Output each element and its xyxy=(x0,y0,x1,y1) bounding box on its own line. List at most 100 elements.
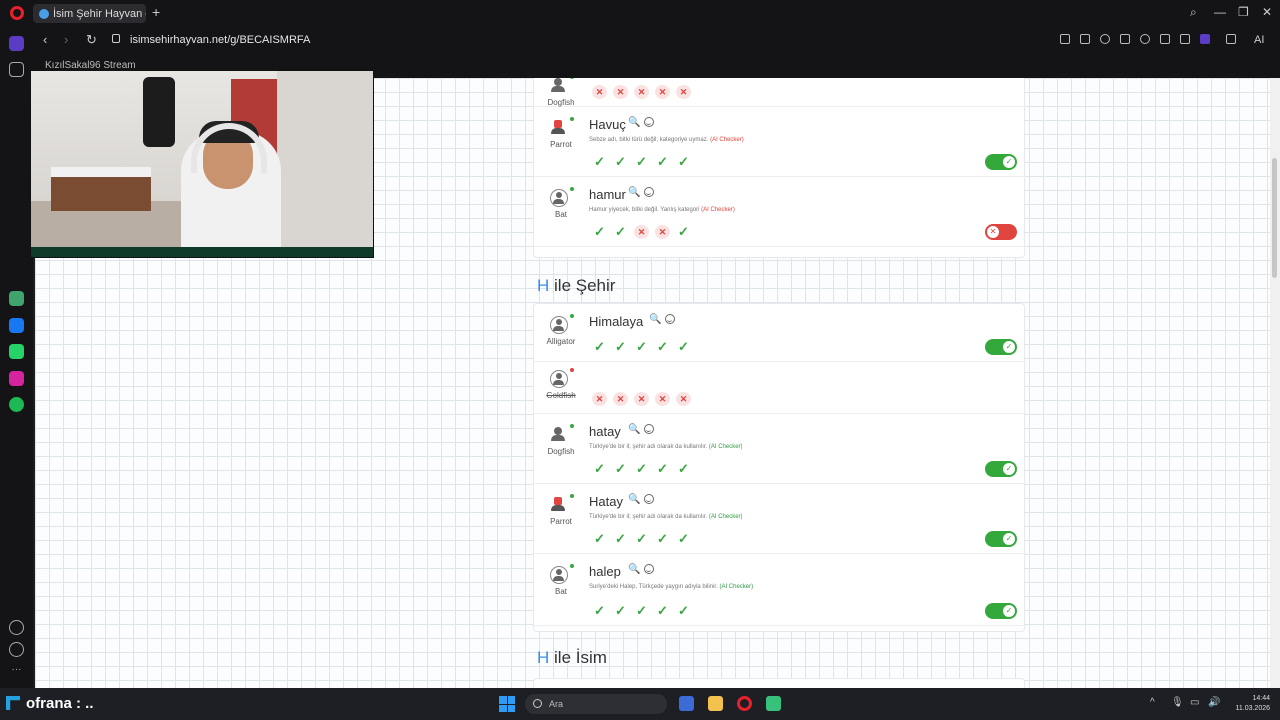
validity-toggle[interactable]: ✓ xyxy=(985,461,1017,477)
instagram-icon[interactable] xyxy=(9,371,24,386)
reaction-icon[interactable] xyxy=(644,494,654,504)
shield-icon[interactable] xyxy=(1100,34,1110,44)
reaction-icon[interactable] xyxy=(644,117,654,127)
vote-reject-icon[interactable]: ✕ xyxy=(592,85,607,99)
task-view-icon[interactable] xyxy=(679,696,694,711)
profile-icon[interactable] xyxy=(1200,34,1210,44)
vote-reject-icon[interactable]: ✕ xyxy=(634,85,649,99)
spotify-icon[interactable] xyxy=(9,397,24,412)
validity-toggle[interactable]: ✓ xyxy=(985,154,1017,170)
vote-accept-icon[interactable]: ✓ xyxy=(592,340,607,354)
new-tab-icon[interactable]: + xyxy=(152,5,160,19)
vote-accept-icon[interactable]: ✓ xyxy=(634,532,649,546)
opera-taskbar-icon[interactable] xyxy=(737,696,752,711)
whatsapp-icon[interactable] xyxy=(9,344,24,359)
vote-reject-icon[interactable]: ✕ xyxy=(613,392,628,406)
reaction-icon[interactable] xyxy=(665,314,675,324)
history-icon[interactable] xyxy=(9,642,24,657)
vote-accept-icon[interactable]: ✓ xyxy=(655,462,670,476)
vote-accept-icon[interactable]: ✓ xyxy=(655,340,670,354)
search-icon[interactable]: 🔍 xyxy=(628,117,640,128)
validity-toggle[interactable]: ✓ xyxy=(985,339,1017,355)
extensions-icon[interactable] xyxy=(1226,34,1236,44)
heart-icon[interactable] xyxy=(1140,34,1150,44)
menu-icon[interactable] xyxy=(1180,34,1190,44)
windows-start-icon[interactable] xyxy=(499,696,515,712)
vote-accept-icon[interactable]: ✓ xyxy=(676,340,691,354)
play-icon[interactable] xyxy=(1120,34,1130,44)
minimize-icon[interactable]: — xyxy=(1214,5,1226,19)
url-field[interactable]: isimsehirhayvan.net/g/BECAISMRFA xyxy=(130,34,310,46)
microphone-icon[interactable]: 🎙 xyxy=(1171,697,1184,708)
vote-accept-icon[interactable]: ✓ xyxy=(592,604,607,618)
vote-reject-icon[interactable]: ✕ xyxy=(655,225,670,239)
vote-reject-icon[interactable]: ✕ xyxy=(655,392,670,406)
app-icon[interactable] xyxy=(766,696,781,711)
opera-logo-icon[interactable] xyxy=(10,6,24,20)
close-icon[interactable]: ✕ xyxy=(1262,5,1272,19)
vote-accept-icon[interactable]: ✓ xyxy=(592,462,607,476)
vote-accept-icon[interactable]: ✓ xyxy=(613,340,628,354)
home-icon[interactable] xyxy=(9,36,24,51)
validity-toggle[interactable]: ✕ xyxy=(985,224,1017,240)
vote-accept-icon[interactable]: ✓ xyxy=(613,155,628,169)
messenger-icon[interactable] xyxy=(9,318,24,333)
vote-accept-icon[interactable]: ✓ xyxy=(655,604,670,618)
search-icon[interactable]: 🔍 xyxy=(628,424,640,435)
validity-toggle[interactable]: ✓ xyxy=(985,531,1017,547)
vote-reject-icon[interactable]: ✕ xyxy=(613,85,628,99)
vote-accept-icon[interactable]: ✓ xyxy=(655,155,670,169)
download-icon[interactable] xyxy=(1160,34,1170,44)
back-icon[interactable]: ‹ xyxy=(43,32,47,47)
tab-active[interactable]: İsim Şehir Hayvan oyunu xyxy=(33,4,146,23)
vote-reject-icon[interactable]: ✕ xyxy=(676,392,691,406)
reaction-icon[interactable] xyxy=(644,187,654,197)
vote-accept-icon[interactable]: ✓ xyxy=(613,532,628,546)
vote-accept-icon[interactable]: ✓ xyxy=(655,532,670,546)
reload-icon[interactable]: ↻ xyxy=(86,32,97,48)
vote-accept-icon[interactable]: ✓ xyxy=(634,155,649,169)
camera-icon[interactable] xyxy=(1080,34,1090,44)
chatgpt-icon[interactable] xyxy=(9,291,24,306)
search-icon[interactable]: 🔍 xyxy=(628,564,640,575)
vote-accept-icon[interactable]: ✓ xyxy=(592,155,607,169)
vote-accept-icon[interactable]: ✓ xyxy=(592,225,607,239)
tray-chevron-icon[interactable]: ^ xyxy=(1150,697,1155,708)
display-icon[interactable]: ▭ xyxy=(1190,697,1199,708)
vote-reject-icon[interactable]: ✕ xyxy=(676,85,691,99)
search-icon[interactable]: 🔍 xyxy=(649,314,661,325)
heart-icon[interactable] xyxy=(9,620,24,635)
vote-accept-icon[interactable]: ✓ xyxy=(676,155,691,169)
reaction-icon[interactable] xyxy=(644,424,654,434)
more-icon[interactable]: ··· xyxy=(9,664,24,679)
reaction-icon[interactable] xyxy=(644,564,654,574)
maximize-icon[interactable]: ❐ xyxy=(1238,5,1249,19)
scrollbar-thumb[interactable] xyxy=(1272,158,1277,278)
vote-accept-icon[interactable]: ✓ xyxy=(676,462,691,476)
taskbar-search[interactable]: Ara xyxy=(525,694,667,714)
vote-reject-icon[interactable]: ✕ xyxy=(592,392,607,406)
vote-reject-icon[interactable]: ✕ xyxy=(634,392,649,406)
ai-button[interactable]: AI xyxy=(1254,34,1264,46)
vote-reject-icon[interactable]: ✕ xyxy=(655,85,670,99)
clock[interactable]: 14:44 11.03.2026 xyxy=(1228,694,1270,714)
scrollbar[interactable] xyxy=(1270,78,1280,688)
vote-accept-icon[interactable]: ✓ xyxy=(676,225,691,239)
search-icon[interactable]: 🔍 xyxy=(628,494,640,505)
vote-accept-icon[interactable]: ✓ xyxy=(634,340,649,354)
forward-icon[interactable]: › xyxy=(64,32,68,47)
star-icon[interactable] xyxy=(9,62,24,77)
volume-icon[interactable]: 🔊 xyxy=(1208,697,1220,708)
edit-icon[interactable] xyxy=(1060,34,1070,44)
vote-accept-icon[interactable]: ✓ xyxy=(634,604,649,618)
file-explorer-icon[interactable] xyxy=(708,696,723,711)
vote-accept-icon[interactable]: ✓ xyxy=(676,532,691,546)
search-icon[interactable]: 🔍 xyxy=(628,187,640,198)
vote-accept-icon[interactable]: ✓ xyxy=(592,532,607,546)
vote-reject-icon[interactable]: ✕ xyxy=(634,225,649,239)
vote-accept-icon[interactable]: ✓ xyxy=(676,604,691,618)
vote-accept-icon[interactable]: ✓ xyxy=(613,604,628,618)
search-tabs-icon[interactable]: ⌕ xyxy=(1190,5,1197,20)
vote-accept-icon[interactable]: ✓ xyxy=(634,462,649,476)
vote-accept-icon[interactable]: ✓ xyxy=(613,225,628,239)
